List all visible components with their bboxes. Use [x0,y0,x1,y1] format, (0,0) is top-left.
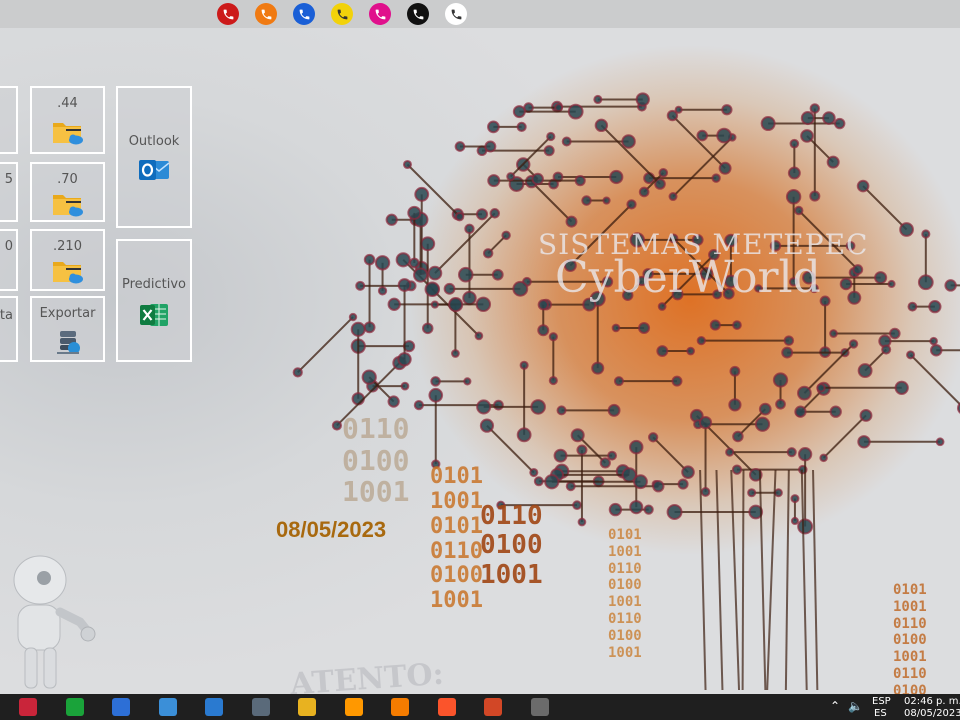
tile-partial-5[interactable]: ta [0,296,18,362]
brand-line-2: CyberWorld [555,252,821,303]
black-phone-icon[interactable] [407,3,429,25]
tile-partial-3[interactable]: 5 [0,162,18,222]
calculator-app-icon[interactable] [251,698,270,716]
tile-predictivo-label: Predictivo [121,277,187,292]
camera-app-icon[interactable] [19,698,37,716]
robot-figure [13,555,96,689]
language-top[interactable]: ESP [872,696,891,707]
tile-outlook[interactable]: Outlook [116,86,192,228]
taskbar: ⌃ 🔈 ESP ES 02:46 p. m. 08/05/2023 [0,694,960,720]
tile-partial-3-label: 5 [4,172,13,187]
sublime-app-icon[interactable] [344,698,363,716]
clock-time[interactable]: 02:46 p. m. [904,696,960,707]
speaker-icon[interactable]: 🔈 [848,699,863,713]
tile-210-label: .210 [53,239,82,254]
binary-front: 0110 0100 1001 [480,501,543,590]
store-app-icon[interactable] [112,698,130,716]
magenta-phone-icon[interactable] [369,3,391,25]
top-phone-dock [0,0,960,28]
media-app-icon[interactable] [391,698,409,716]
tile-exportar[interactable]: Exportar [30,296,105,362]
tile-partial-top[interactable] [0,86,18,154]
powerpoint-app-icon[interactable] [484,698,502,716]
tile-partial-5-label: ta [0,308,13,323]
green-app-icon[interactable] [65,698,84,716]
red-phone-icon[interactable] [217,3,239,25]
tile-210[interactable]: .210 [30,229,105,291]
outlook-icon [137,156,171,190]
tile-exportar-label: Exportar [39,306,96,321]
cloud-folder-icon [51,257,85,289]
cloud-folder-icon [51,118,85,150]
orange-phone-icon[interactable] [255,3,277,25]
tile-70-label: .70 [57,172,78,187]
white-phone-icon[interactable] [445,3,467,25]
brave-app-icon[interactable] [437,698,456,716]
tile-partial-4[interactable]: 0 [0,229,18,291]
binary-mid: 0101 1001 0101 0110 0100 1001 [430,464,483,614]
system-tray: ⌃ 🔈 ESP ES 02:46 p. m. 08/05/2023 [820,694,960,720]
wallpaper-date: 08/05/2023 [276,517,387,542]
chevron-up-icon[interactable]: ⌃ [830,699,840,713]
yellow-phone-icon[interactable] [331,3,353,25]
database-export-icon [54,328,82,360]
cloud-folder-icon [51,190,85,222]
binary-left: 0110 0100 1001 [342,412,410,509]
tile-predictivo[interactable]: Predictivo [116,239,192,362]
tile-44[interactable]: .44 [30,86,105,154]
clock-date[interactable]: 08/05/2023 [904,708,960,719]
folder-app-icon[interactable] [298,698,316,716]
globe-app-icon[interactable] [205,698,223,716]
blue-phone-icon[interactable] [293,3,315,25]
language-bottom[interactable]: ES [874,708,887,719]
binary-bottom: 0101 1001 0110 0100 1001 0110 0100 1001 [608,527,642,661]
explorer-app-icon[interactable] [158,698,177,716]
tile-partial-4-label: 0 [4,239,13,254]
document-app-icon[interactable] [530,698,549,716]
tile-44-label: .44 [57,96,78,111]
excel-icon [138,301,170,333]
tile-outlook-label: Outlook [128,134,180,149]
tile-70[interactable]: .70 [30,162,105,222]
